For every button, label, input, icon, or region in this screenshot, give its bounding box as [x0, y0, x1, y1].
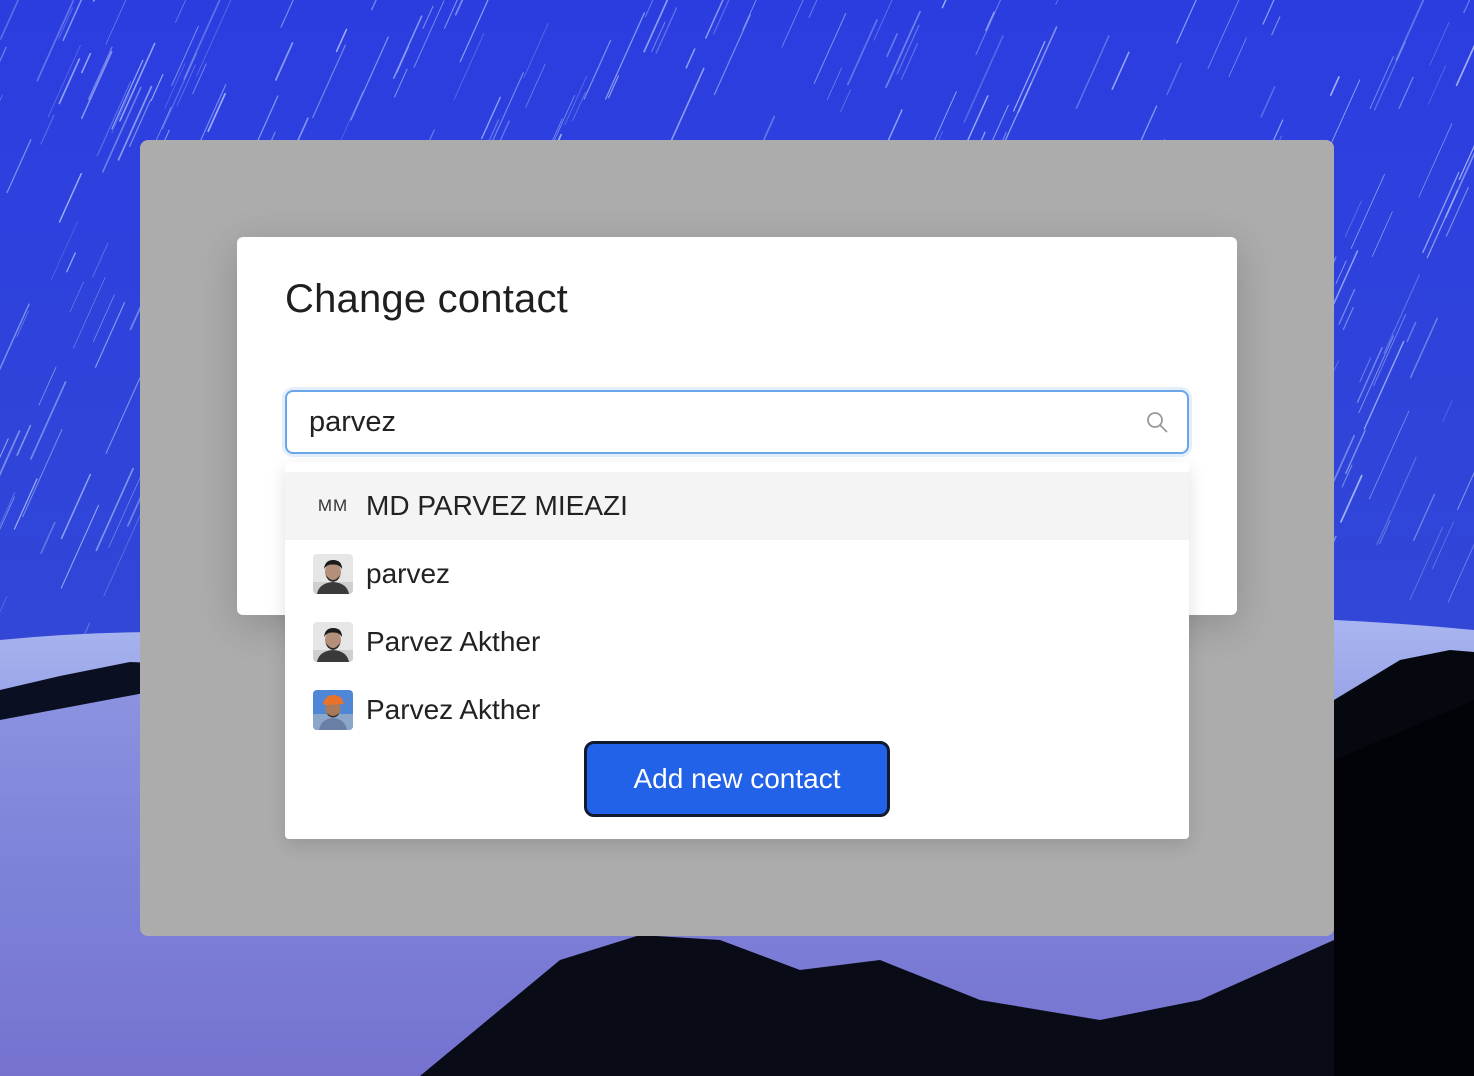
contact-results-dropdown: MM MD PARVEZ MIEAZI parvez Parvez Akther: [285, 462, 1189, 839]
contact-option[interactable]: Parvez Akther: [285, 608, 1189, 676]
contact-search-input[interactable]: [287, 392, 1127, 452]
dialog-title: Change contact: [285, 277, 568, 321]
avatar: [313, 622, 353, 662]
add-new-contact-button[interactable]: Add new contact: [584, 741, 890, 817]
contact-option[interactable]: MM MD PARVEZ MIEAZI: [285, 472, 1189, 540]
contact-name: parvez: [366, 558, 451, 589]
contact-option[interactable]: parvez: [285, 540, 1189, 608]
search-icon: [1147, 412, 1168, 433]
initials-avatar: MM: [317, 496, 349, 515]
avatar: [313, 690, 353, 730]
contact-search-field[interactable]: [285, 390, 1189, 454]
contact-name: MD PARVEZ MIEAZI: [366, 490, 628, 521]
contact-name: Parvez Akther: [366, 626, 541, 657]
contact-option[interactable]: Parvez Akther: [285, 676, 1189, 744]
avatar: [313, 554, 353, 594]
contact-name: Parvez Akther: [366, 694, 541, 725]
